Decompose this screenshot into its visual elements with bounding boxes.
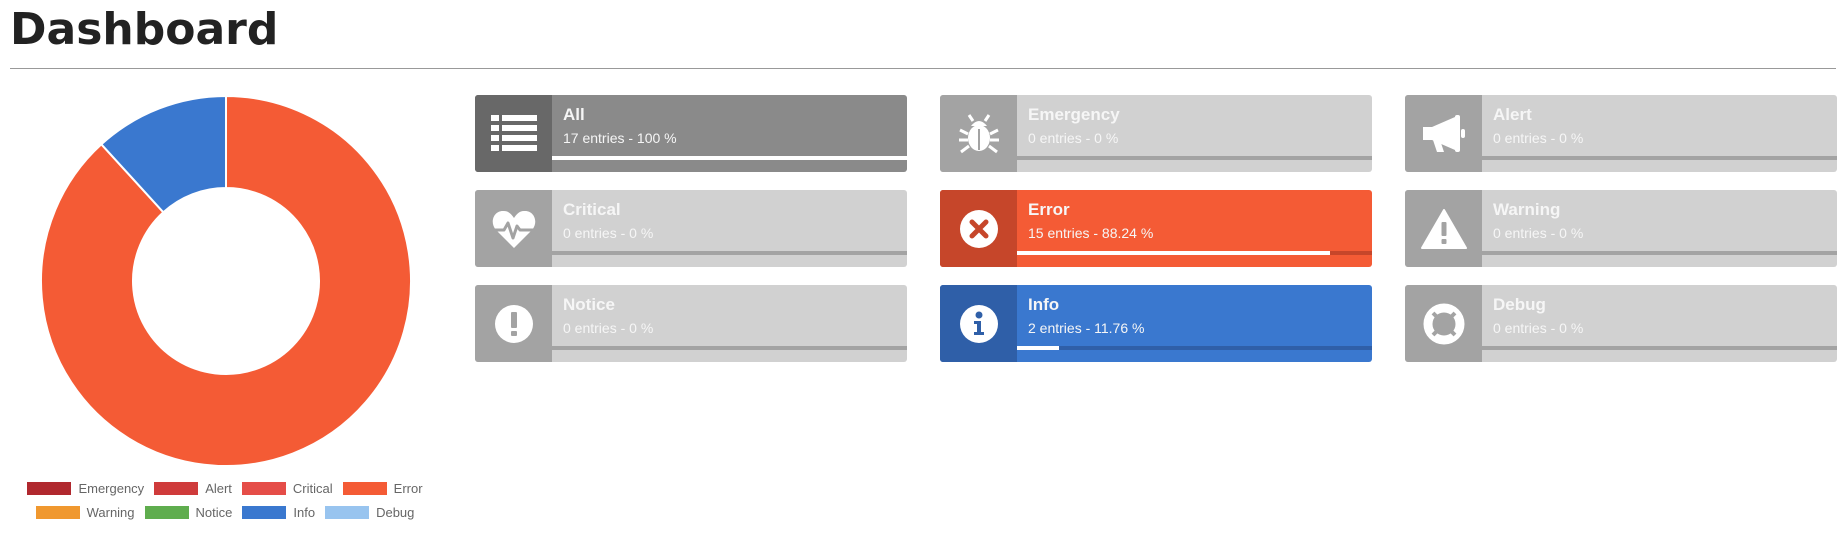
tile-icon-box xyxy=(940,190,1017,267)
tile-progress-fill xyxy=(1017,346,1059,350)
legend-item-critical[interactable]: Critical xyxy=(241,480,333,496)
legend-swatch xyxy=(154,481,199,495)
legend-swatch xyxy=(241,481,286,495)
tile-info[interactable]: Info 2 entries - 11.76 % xyxy=(940,285,1372,362)
legend-item-debug[interactable]: Debug xyxy=(325,505,414,520)
life-ring-icon xyxy=(1423,303,1464,344)
tile-icon-box xyxy=(475,285,552,362)
tile-progress-fill xyxy=(552,156,907,160)
legend-swatch xyxy=(35,505,80,519)
tile-icon-box xyxy=(1405,190,1482,267)
tile-count: 15 entries - 88.24 % xyxy=(1028,225,1154,241)
legend-label: Alert xyxy=(205,480,232,496)
legend-swatch xyxy=(242,505,287,519)
tile-notice[interactable]: Notice 0 entries - 0 % xyxy=(475,285,907,362)
tile-icon-box xyxy=(475,190,552,267)
legend-row-2: Warning Notice Info Debug xyxy=(0,500,450,524)
title-divider xyxy=(10,68,1836,69)
tile-label: Emergency xyxy=(1028,105,1120,124)
tile-count: 0 entries - 0 % xyxy=(1493,225,1584,241)
legend-label: Emergency xyxy=(78,480,145,496)
tile-label: Alert xyxy=(1493,105,1532,124)
tile-icon-box xyxy=(1405,95,1482,172)
bug-icon xyxy=(958,113,999,153)
tile-count: 0 entries - 0 % xyxy=(1028,130,1119,146)
legend-label: Debug xyxy=(376,504,415,520)
legend-label: Critical xyxy=(292,480,333,496)
tile-count: 0 entries - 0 % xyxy=(563,225,654,241)
tile-icon-box xyxy=(940,285,1017,362)
legend-swatch xyxy=(27,481,72,495)
legend-label: Info xyxy=(293,504,316,520)
list-icon xyxy=(490,114,537,151)
tile-critical[interactable]: Critical 0 entries - 0 % xyxy=(475,190,907,267)
chart-legend: Emergency Alert Critical Error Warning N… xyxy=(0,476,450,524)
legend-item-error[interactable]: Error xyxy=(342,480,423,496)
tile-progress-track xyxy=(1482,156,1837,160)
tile-progress-track xyxy=(552,156,907,160)
tile-progress-track xyxy=(552,346,907,350)
legend-label: Error xyxy=(393,480,423,496)
tile-icon-box xyxy=(940,95,1017,172)
legend-item-notice[interactable]: Notice xyxy=(144,504,233,520)
level-donut-chart xyxy=(40,95,412,467)
tile-count: 0 entries - 0 % xyxy=(563,320,654,336)
tile-label: Info xyxy=(1028,295,1060,314)
legend-item-emergency[interactable]: Emergency xyxy=(27,481,144,496)
tile-progress-track xyxy=(1482,251,1837,255)
times-circle-icon xyxy=(959,209,998,248)
legend-row-1: Emergency Alert Critical Error xyxy=(0,476,450,500)
legend-swatch xyxy=(342,481,387,495)
tile-count: 17 entries - 100 % xyxy=(563,130,677,146)
tile-label: Debug xyxy=(1493,295,1546,314)
tile-progress-track xyxy=(552,251,907,255)
tile-label: All xyxy=(563,105,585,124)
tile-emergency[interactable]: Emergency 0 entries - 0 % xyxy=(940,95,1372,172)
tile-label: Error xyxy=(1028,200,1070,219)
tile-progress-fill xyxy=(1017,251,1331,255)
warning-triangle-icon xyxy=(1420,208,1467,249)
heartbeat-icon xyxy=(492,210,535,248)
tile-icon-box xyxy=(475,95,552,172)
megaphone-icon xyxy=(1422,114,1465,152)
legend-swatch xyxy=(144,505,189,519)
legend-swatch xyxy=(325,505,370,519)
tile-all[interactable]: All 17 entries - 100 % xyxy=(475,95,907,172)
tile-progress-track xyxy=(1482,346,1837,350)
legend-item-alert[interactable]: Alert xyxy=(154,481,232,496)
legend-label: Warning xyxy=(86,504,135,520)
tile-error[interactable]: Error 15 entries - 88.24 % xyxy=(940,190,1372,267)
exclamation-circle-icon xyxy=(494,304,533,343)
tile-progress-track xyxy=(1017,251,1372,255)
tile-icon-box xyxy=(1405,285,1482,362)
tile-count: 0 entries - 0 % xyxy=(1493,320,1584,336)
tile-label: Critical xyxy=(563,200,621,219)
legend-item-warning[interactable]: Warning xyxy=(35,504,135,520)
info-circle-icon xyxy=(959,304,998,343)
tile-warning[interactable]: Warning 0 entries - 0 % xyxy=(1405,190,1837,267)
tile-alert[interactable]: Alert 0 entries - 0 % xyxy=(1405,95,1837,172)
tile-label: Notice xyxy=(563,295,615,314)
legend-label: Notice xyxy=(195,504,233,520)
tile-progress-track xyxy=(1017,346,1372,350)
donut-chart-svg xyxy=(40,95,412,467)
legend-item-info[interactable]: Info xyxy=(242,505,315,520)
tile-debug[interactable]: Debug 0 entries - 0 % xyxy=(1405,285,1837,362)
tile-label: Warning xyxy=(1493,200,1561,219)
tile-progress-track xyxy=(1017,156,1372,160)
tile-count: 0 entries - 0 % xyxy=(1493,130,1584,146)
tile-count: 2 entries - 11.76 % xyxy=(1028,320,1145,336)
page-title: Dashboard xyxy=(10,4,279,55)
